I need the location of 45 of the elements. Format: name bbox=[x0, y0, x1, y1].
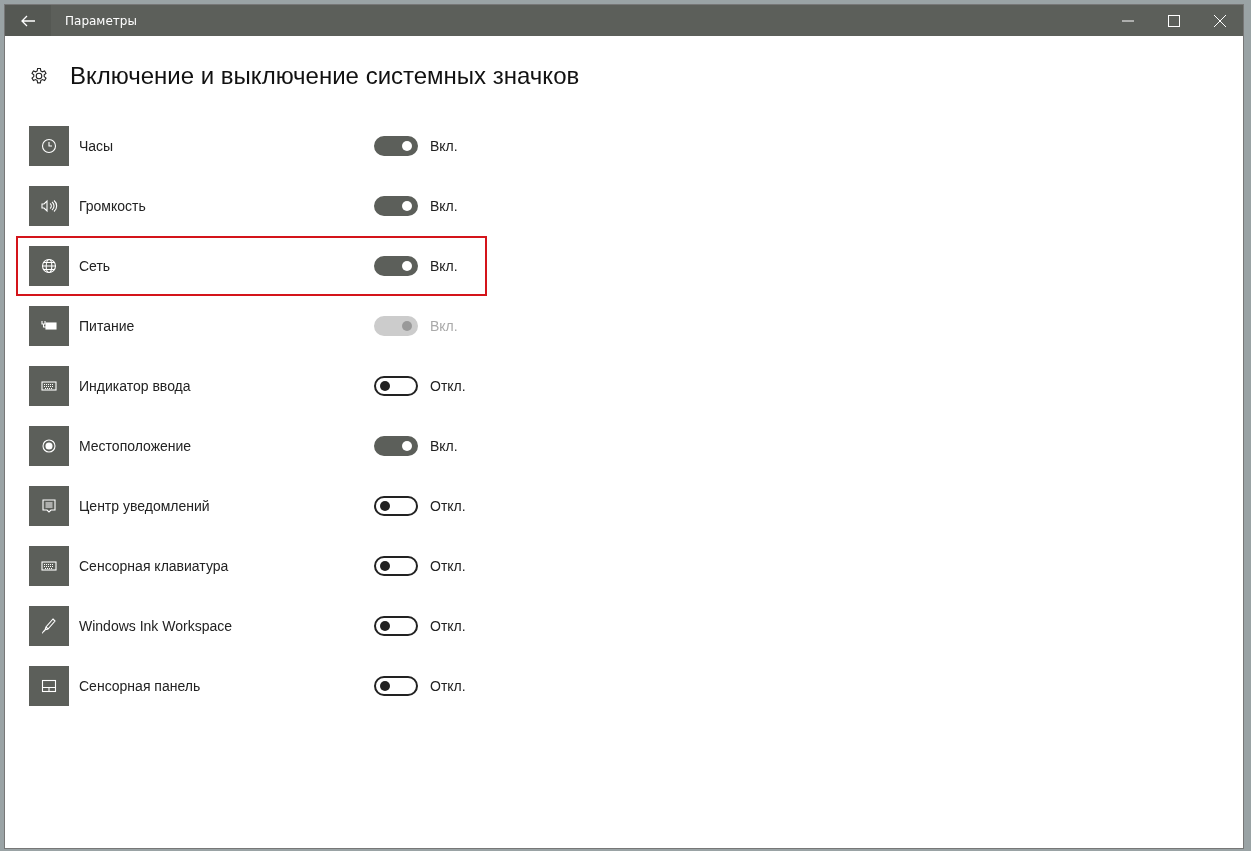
toggle-state-text: Вкл. bbox=[430, 258, 458, 274]
settings-icon bbox=[29, 66, 49, 86]
toggle-state-text: Откл. bbox=[430, 618, 466, 634]
clock-icon bbox=[29, 126, 69, 166]
setting-label: Громкость bbox=[79, 198, 147, 214]
toggle-switch[interactable] bbox=[374, 256, 418, 276]
setting-label: Питание bbox=[79, 318, 136, 334]
window-title: Параметры bbox=[65, 13, 137, 28]
pen-icon bbox=[29, 606, 69, 646]
toggle-switch[interactable] bbox=[374, 616, 418, 636]
toggle-switch[interactable] bbox=[374, 436, 418, 456]
keyboard-icon bbox=[29, 546, 69, 586]
toggle-state-text: Вкл. bbox=[430, 138, 458, 154]
toggle-switch[interactable] bbox=[374, 556, 418, 576]
toggle-switch[interactable] bbox=[374, 496, 418, 516]
setting-label: Windows Ink Workspace bbox=[79, 618, 233, 634]
toggle-state-text: Откл. bbox=[430, 558, 466, 574]
setting-label: Индикатор ввода bbox=[79, 378, 192, 394]
target-icon bbox=[29, 426, 69, 466]
close-icon bbox=[1214, 14, 1226, 27]
toggle-switch[interactable] bbox=[374, 136, 418, 156]
toggle-switch[interactable] bbox=[374, 376, 418, 396]
toggle-state-text: Откл. bbox=[430, 678, 466, 694]
setting-label: Сеть bbox=[79, 258, 112, 274]
setting-label: Часы bbox=[79, 138, 115, 154]
toggle-state-text: Вкл. bbox=[430, 438, 458, 454]
toggle-switch[interactable] bbox=[374, 676, 418, 696]
battery-plug-icon bbox=[29, 306, 69, 346]
touchpad-icon bbox=[29, 666, 69, 706]
setting-label: Сенсорная панель bbox=[79, 678, 202, 694]
toggle-state-text: Откл. bbox=[430, 378, 466, 394]
toggle-state-text: Откл. bbox=[430, 498, 466, 514]
toggle-state-text: Вкл. bbox=[430, 318, 458, 334]
toggle-switch[interactable] bbox=[374, 196, 418, 216]
setting-label: Сенсорная клавиатура bbox=[79, 558, 230, 574]
maximize-icon bbox=[1168, 14, 1180, 27]
keyboard-icon bbox=[29, 366, 69, 406]
setting-label: Центр уведомлений bbox=[79, 498, 211, 514]
page-heading: Включение и выключение системных значков bbox=[70, 62, 580, 90]
globe-icon bbox=[29, 246, 69, 286]
back-button[interactable] bbox=[5, 5, 51, 36]
setting-label: Местоположение bbox=[79, 438, 193, 454]
toggle-state-text: Вкл. bbox=[430, 198, 458, 214]
message-icon bbox=[29, 486, 69, 526]
speaker-icon bbox=[29, 186, 69, 226]
